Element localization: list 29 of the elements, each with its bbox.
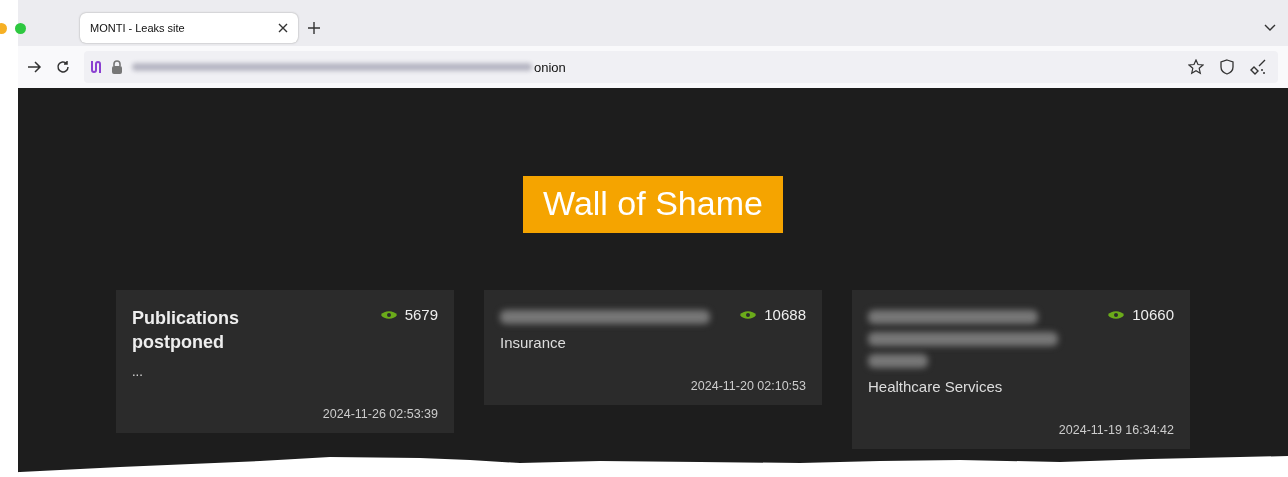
eye-icon [380,309,397,320]
view-count: 5679 [404,306,438,323]
leak-card[interactable]: 10660 Healthcare Services 2024-11-19 16:34:42 [852,290,1190,449]
leak-card[interactable]: 10688 Insurance 2024-11-20 02:10:53 [484,290,822,405]
view-count: 10660 [1132,306,1174,323]
card-date: 2024-11-19 16:34:42 [1058,423,1174,437]
eye-icon [740,309,757,320]
card-subtitle: Healthcare Services [868,378,1004,395]
forward-icon[interactable] [28,61,42,73]
browser-tab[interactable]: MONTI - Leaks site [80,13,298,43]
card-subtitle: Insurance [500,334,567,351]
card-subtitle: ... [132,364,144,379]
new-tab-icon[interactable] [308,22,320,34]
lock-icon[interactable] [112,60,122,74]
broom-icon[interactable] [1250,59,1266,75]
leak-card[interactable]: Publications postponed 5679 ... 2024-11-26 02:53:39 [116,290,454,433]
maximize-dot[interactable] [15,22,26,34]
page-heading: Wall of Shame [523,176,783,233]
star-icon[interactable] [1188,59,1204,75]
close-icon[interactable] [278,23,288,33]
shield-icon[interactable] [1220,59,1234,75]
view-count: 10688 [764,306,806,323]
card-date: 2024-11-20 02:10:53 [690,379,806,393]
address-text[interactable]: onion [534,59,566,75]
card-date: 2024-11-26 02:53:39 [322,407,438,421]
card-title: Publications postponed [132,307,240,354]
reload-icon[interactable] [56,60,70,74]
eye-icon [1108,309,1125,320]
chevron-down-icon[interactable] [1264,24,1276,32]
